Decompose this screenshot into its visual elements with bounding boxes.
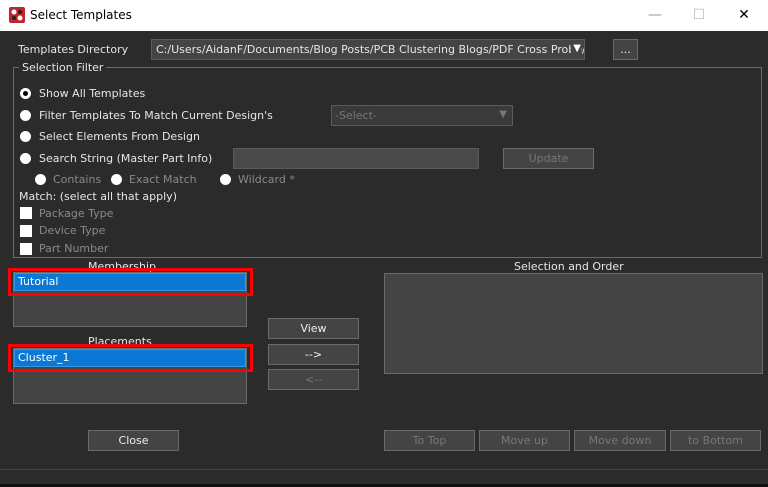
- radio-filter-design[interactable]: [20, 110, 31, 121]
- window-title: Select Templates: [30, 8, 132, 22]
- chevron-down-icon: ▼: [499, 109, 507, 120]
- update-button[interactable]: Update: [503, 148, 594, 169]
- radio-search-string[interactable]: [20, 153, 31, 164]
- radio-label: Select Elements From Design: [39, 130, 200, 143]
- maximize-button[interactable]: ☐: [684, 4, 714, 26]
- highlight-box: [8, 268, 253, 296]
- radio-exact-match[interactable]: [111, 174, 122, 185]
- move-up-button[interactable]: Move up: [479, 430, 570, 451]
- app-icon: [9, 7, 25, 23]
- minimize-button[interactable]: —: [640, 4, 670, 26]
- checkbox-part-number[interactable]: [20, 243, 32, 255]
- browse-button[interactable]: ...: [613, 39, 638, 60]
- checkbox-package-type[interactable]: [20, 207, 32, 219]
- view-button[interactable]: View: [268, 318, 359, 339]
- highlight-box: [8, 344, 253, 372]
- remove-button[interactable]: <--: [268, 369, 359, 390]
- design-select[interactable]: -Select- ▼: [331, 105, 513, 126]
- templates-directory-label: Templates Directory: [18, 43, 129, 56]
- radio-label: Wildcard *: [238, 173, 295, 186]
- search-string-input[interactable]: [233, 148, 479, 169]
- radio-label: Filter Templates To Match Current Design…: [39, 109, 273, 122]
- radio-label: Contains: [53, 173, 102, 186]
- selection-filter-title: Selection Filter: [19, 61, 107, 74]
- design-select-value: -Select-: [335, 109, 377, 122]
- move-down-button[interactable]: Move down: [574, 430, 666, 451]
- templates-directory-value: C:/Users/AidanF/Documents/Blog Posts/PCB…: [156, 43, 585, 56]
- title-bar: Select Templates — ☐ ✕: [0, 0, 768, 31]
- templates-directory-combo[interactable]: C:/Users/AidanF/Documents/Blog Posts/PCB…: [151, 39, 585, 60]
- radio-label: Show All Templates: [39, 87, 146, 100]
- status-divider: [0, 469, 768, 470]
- radio-select-elements[interactable]: [20, 131, 31, 142]
- match-label: Match: (select all that apply): [19, 190, 177, 203]
- to-top-button[interactable]: To Top: [384, 430, 475, 451]
- radio-label: Search String (Master Part Info): [39, 152, 213, 165]
- radio-show-all[interactable]: [20, 88, 31, 99]
- checkbox-device-type[interactable]: [20, 225, 32, 237]
- checkbox-label: Device Type: [39, 224, 106, 237]
- add-button[interactable]: -->: [268, 344, 359, 365]
- radio-contains[interactable]: [35, 174, 46, 185]
- selection-order-label: Selection and Order: [514, 260, 624, 273]
- checkbox-label: Package Type: [39, 207, 114, 220]
- radio-label: Exact Match: [129, 173, 197, 186]
- radio-wildcard[interactable]: [220, 174, 231, 185]
- to-bottom-button[interactable]: to Bottom: [670, 430, 761, 451]
- close-button[interactable]: Close: [88, 430, 179, 451]
- chevron-down-icon: ▼: [571, 43, 581, 54]
- selection-order-list[interactable]: [384, 273, 763, 374]
- checkbox-label: Part Number: [39, 242, 109, 255]
- close-window-button[interactable]: ✕: [729, 4, 759, 26]
